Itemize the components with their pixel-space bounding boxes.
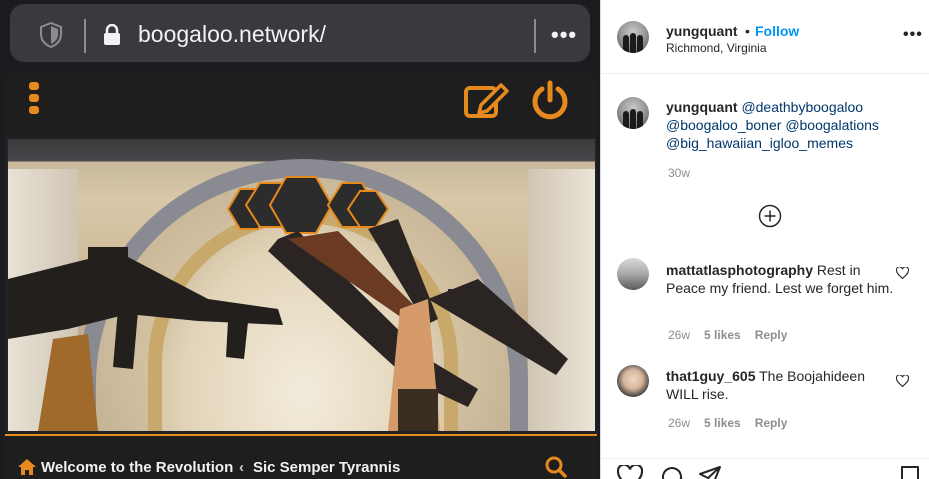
comment-likes[interactable]: 5 likes	[704, 416, 741, 430]
breadcrumb-current[interactable]: Sic Semper Tyrannis	[253, 459, 400, 476]
avatar[interactable]	[617, 365, 649, 397]
right-sleeve	[398, 389, 438, 431]
lock-icon	[103, 23, 121, 51]
logo-hexagons	[226, 176, 390, 234]
comment-username[interactable]: mattatlasphotography	[666, 262, 813, 278]
address-bar[interactable]: boogaloo.network/ •••	[10, 4, 590, 62]
like-icon[interactable]	[617, 465, 643, 479]
comment-meta: 26w 5 likes Reply	[668, 416, 787, 430]
url-text[interactable]: boogaloo.network/	[138, 21, 326, 48]
left-rifle	[8, 247, 283, 369]
reply-button[interactable]: Reply	[755, 416, 788, 430]
forum-header	[5, 74, 597, 136]
power-icon[interactable]	[530, 80, 570, 127]
breadcrumb: Welcome to the Revolution ‹ Sic Semper T…	[5, 434, 597, 479]
caption-username[interactable]: yungquant	[666, 99, 738, 115]
like-heart-icon[interactable]	[895, 374, 910, 392]
mention-link[interactable]: @boogalations	[785, 117, 879, 133]
comment-likes[interactable]: 5 likes	[704, 328, 741, 342]
follow-button[interactable]: Follow	[755, 23, 799, 39]
comment-age[interactable]: 26w	[668, 416, 690, 430]
separator-dot: •	[745, 23, 750, 39]
rifles-artwork	[8, 176, 568, 431]
forum-page: Welcome to the Revolution ‹ Sic Semper T…	[5, 74, 597, 479]
breadcrumb-separator: ‹	[239, 459, 244, 476]
compose-icon[interactable]	[463, 80, 509, 125]
left-arm	[38, 334, 98, 431]
author-username[interactable]: yungquant	[666, 23, 738, 39]
home-icon[interactable]	[17, 458, 37, 479]
search-icon[interactable]	[545, 456, 567, 479]
post-header: yungquant • Follow Richmond, Virginia ••…	[601, 0, 929, 74]
caption-text: yungquant @deathbyboogaloo @boogaloo_bon…	[666, 98, 896, 152]
tracking-shield-icon[interactable]	[40, 21, 62, 53]
avatar[interactable]	[617, 258, 649, 290]
avatar[interactable]	[617, 21, 649, 53]
share-icon[interactable]	[697, 465, 723, 479]
browser-menu-icon[interactable]: •••	[551, 22, 577, 48]
reply-button[interactable]: Reply	[755, 328, 788, 342]
instagram-panel: yungquant • Follow Richmond, Virginia ••…	[600, 0, 929, 479]
comment-username[interactable]: that1guy_605	[666, 368, 755, 384]
avatar[interactable]	[617, 97, 649, 129]
comment-icon[interactable]	[659, 465, 685, 479]
post-location[interactable]: Richmond, Virginia	[666, 41, 767, 55]
comment-text: that1guy_605 The Boojahideen WILL rise.	[666, 367, 896, 403]
banner-image	[8, 139, 595, 431]
mention-link[interactable]: @deathbyboogaloo	[741, 99, 863, 115]
address-bar-divider	[534, 19, 536, 53]
load-more-comments-icon[interactable]	[758, 204, 782, 233]
like-heart-icon[interactable]	[895, 266, 910, 284]
comment-age[interactable]: 26w	[668, 328, 690, 342]
comment-text: mattatlasphotography Rest in Peace my fr…	[666, 261, 896, 297]
post-actions	[601, 458, 929, 479]
caption-age[interactable]: 30w	[668, 166, 690, 180]
browser-screenshot: boogaloo.network/ ••• Welcome to the Rev…	[0, 0, 600, 479]
comment-meta: 26w 5 likes Reply	[668, 328, 787, 342]
breadcrumb-home[interactable]: Welcome to the Revolution	[41, 459, 233, 476]
address-bar-divider	[84, 19, 86, 53]
mention-link[interactable]: @big_hawaiian_igloo_memes	[666, 135, 853, 151]
save-icon[interactable]	[899, 465, 921, 479]
more-options-icon[interactable]: •••	[903, 26, 923, 44]
mention-link[interactable]: @boogaloo_boner	[666, 117, 781, 133]
menu-icon[interactable]	[29, 82, 41, 118]
